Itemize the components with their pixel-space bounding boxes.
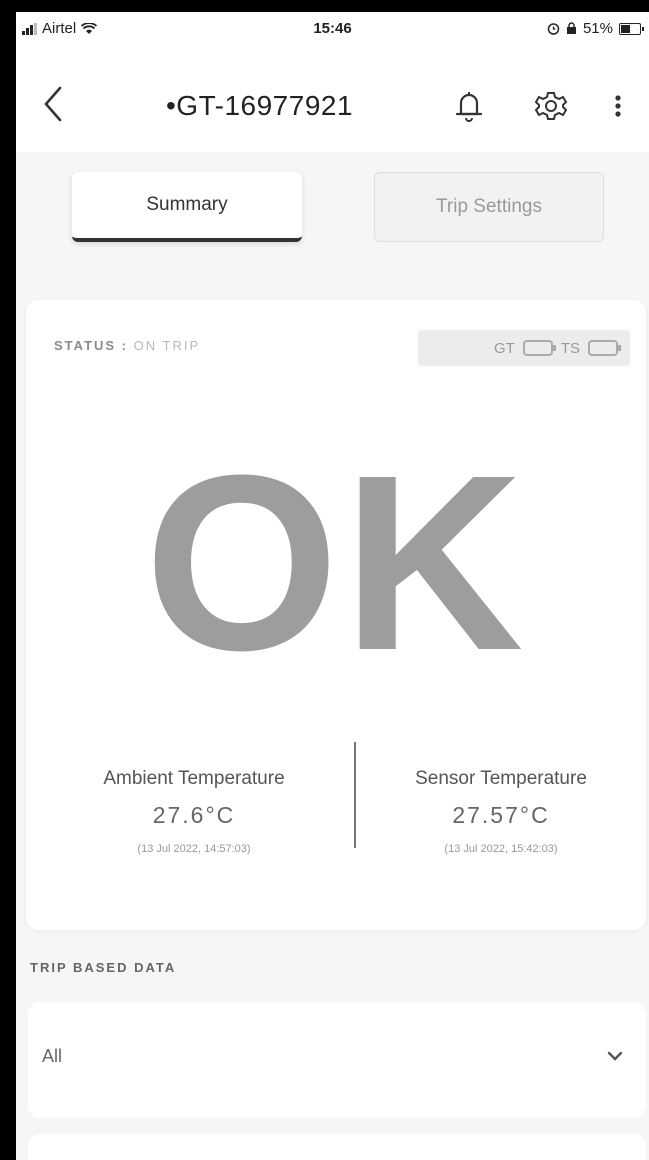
gt-label: GT bbox=[493, 339, 515, 357]
battery-charging-icon bbox=[619, 22, 644, 35]
gear-icon[interactable] bbox=[534, 88, 568, 124]
ambient-time: (13 Jul 2022, 14:57:03) bbox=[137, 843, 251, 855]
more-vertical-icon[interactable] bbox=[608, 88, 628, 124]
status-card: STATUS : ON TRIP GT TS OK Ambient Temper… bbox=[26, 300, 646, 930]
ts-label: TS bbox=[560, 339, 580, 357]
ambient-value: 27.6°C bbox=[152, 802, 236, 828]
trip-filter-dropdown[interactable]: All bbox=[28, 1002, 646, 1118]
back-icon[interactable] bbox=[38, 84, 68, 124]
tab-summary[interactable]: Summary bbox=[72, 172, 302, 242]
sensor-temperature: Sensor Temperature 27.57°C (13 Jul 2022,… bbox=[356, 768, 646, 855]
sensor-time: (13 Jul 2022, 15:42:03) bbox=[444, 843, 558, 855]
device-battery-indicators: GT TS bbox=[418, 330, 630, 366]
big-status-text: OK bbox=[144, 423, 528, 702]
app-screen: Airtel 15:46 51% •GT-16977921 Summary Tr… bbox=[16, 12, 649, 1160]
lock-icon bbox=[566, 22, 576, 34]
status-bar: Airtel 15:46 51% bbox=[16, 12, 649, 48]
tab-trip-settings[interactable]: Trip Settings bbox=[374, 172, 604, 242]
sensor-label: Sensor Temperature bbox=[415, 768, 587, 789]
next-card bbox=[28, 1134, 646, 1160]
alarm-icon bbox=[547, 23, 560, 35]
trip-based-data-heading: TRIP BASED DATA bbox=[30, 960, 177, 975]
ambient-temperature: Ambient Temperature 27.6°C (13 Jul 2022,… bbox=[44, 768, 344, 855]
ambient-label: Ambient Temperature bbox=[103, 768, 285, 789]
ts-battery-icon bbox=[588, 340, 621, 356]
battery-percent: 51% bbox=[582, 20, 613, 37]
sensor-value: 27.57°C bbox=[452, 802, 550, 828]
app-header: •GT-16977921 bbox=[16, 48, 649, 152]
gt-battery-icon bbox=[522, 340, 556, 356]
dropdown-selected-value: All bbox=[42, 1046, 63, 1066]
status-bar-right: 51% bbox=[547, 20, 644, 37]
device-title: •GT-16977921 bbox=[166, 90, 354, 121]
trip-status: STATUS : ON TRIP bbox=[54, 338, 200, 353]
status-label: STATUS : bbox=[54, 338, 129, 353]
bell-icon[interactable] bbox=[452, 88, 486, 124]
chevron-down-icon bbox=[607, 1051, 623, 1061]
status-value: ON TRIP bbox=[133, 338, 201, 353]
